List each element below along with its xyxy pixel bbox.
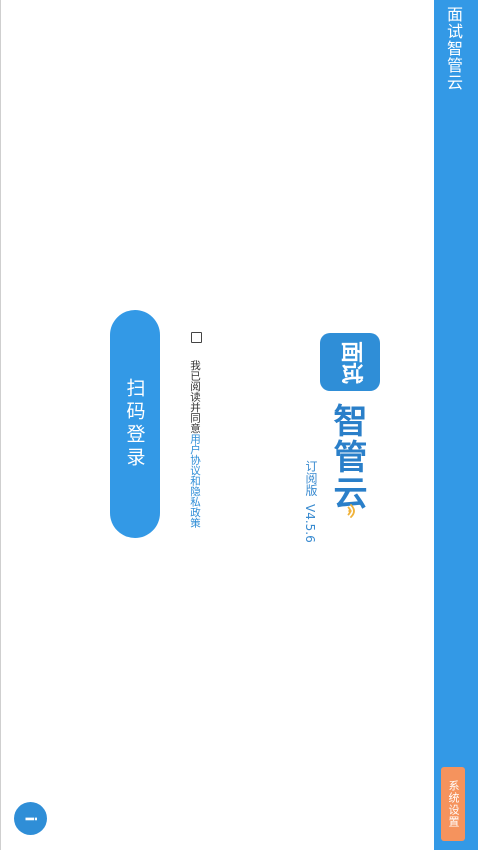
app-bar (434, 0, 478, 850)
edition-label: 订阅版 (304, 460, 318, 496)
scan-login-label: 扫码登录 (123, 378, 146, 470)
user-agreement-link[interactable]: 用户协议 (189, 434, 201, 476)
left-edge (0, 0, 1, 850)
agreement-conjunction: 和 (189, 475, 201, 487)
version-label: V4.5.6 (303, 504, 317, 543)
privacy-policy-link[interactable]: 隐私政策 (189, 486, 201, 528)
agreement-text: 我已阅读并同意用户协议和隐私政策 (188, 360, 202, 528)
agreement-prefix: 我已阅读并同意 (189, 360, 201, 434)
scan-login-button[interactable]: 扫码登录 (110, 310, 160, 538)
brand-name: 智管云 (327, 403, 367, 511)
agreement-checkbox[interactable] (191, 332, 202, 343)
app-title: 面试智管云 (444, 6, 463, 91)
logo-badge-text: 面试 (337, 340, 363, 384)
info-icon: i (21, 815, 40, 822)
signal-icon (347, 504, 355, 518)
system-settings-button[interactable]: 系统设置 (441, 767, 465, 841)
info-button[interactable]: i (14, 802, 47, 835)
app-logo: 面试 (320, 333, 380, 391)
